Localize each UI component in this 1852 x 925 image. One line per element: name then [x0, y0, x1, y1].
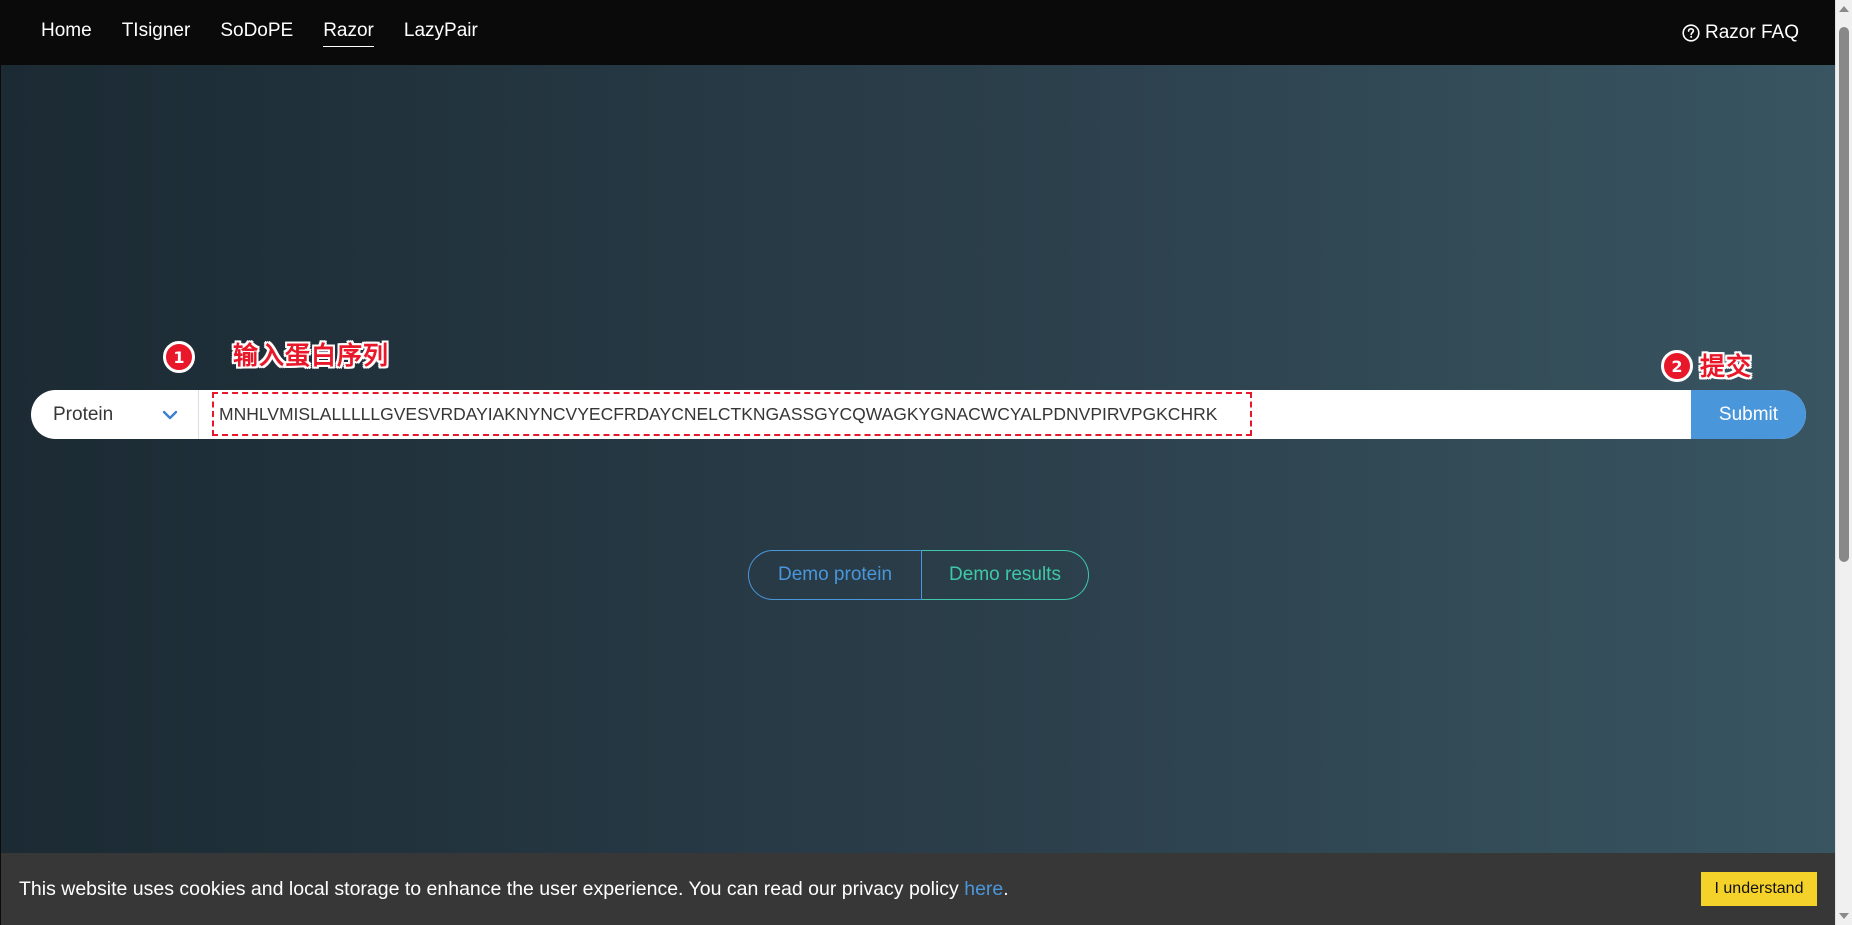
- razor-faq-link[interactable]: Razor FAQ: [1682, 1, 1799, 65]
- sequence-input[interactable]: [199, 390, 1691, 439]
- top-navbar: Home TIsigner SoDoPE Razor LazyPair Razo…: [1, 1, 1835, 65]
- nav-item-home[interactable]: Home: [41, 20, 92, 47]
- cookie-accept-button[interactable]: I understand: [1701, 872, 1817, 906]
- submit-button[interactable]: Submit: [1691, 390, 1806, 439]
- page-scrollbar[interactable]: [1835, 0, 1852, 925]
- sequence-type-select[interactable]: Protein: [31, 390, 199, 439]
- cookie-consent-bar: This website uses cookies and local stor…: [1, 853, 1835, 925]
- step1-annotation: 输入蛋白序列: [233, 341, 390, 370]
- privacy-policy-link[interactable]: here: [964, 878, 1003, 900]
- demo-button-group: Demo protein Demo results: [748, 550, 1089, 600]
- sequence-search-bar: Protein Submit: [31, 390, 1806, 439]
- sequence-input-wrap: [199, 390, 1691, 439]
- scroll-up-icon[interactable]: [1839, 6, 1849, 12]
- scroll-thumb[interactable]: [1839, 27, 1849, 562]
- step2-annotation: 提交: [1700, 352, 1753, 381]
- demo-results-button[interactable]: Demo results: [922, 550, 1089, 600]
- nav-item-sodope[interactable]: SoDoPE: [220, 20, 293, 47]
- scroll-down-icon[interactable]: [1839, 913, 1849, 919]
- nav-item-razor[interactable]: Razor: [323, 20, 374, 47]
- main-content: Protein Submit Demo protein Demo results: [1, 65, 1835, 853]
- step2-badge: 2: [1661, 350, 1693, 382]
- chevron-down-icon: [162, 410, 178, 419]
- razor-faq-label: Razor FAQ: [1705, 22, 1799, 43]
- nav-item-tisigner[interactable]: TIsigner: [122, 20, 191, 47]
- demo-protein-button[interactable]: Demo protein: [748, 550, 922, 600]
- sequence-type-value: Protein: [53, 403, 114, 425]
- cookie-text-before: This website uses cookies and local stor…: [19, 877, 965, 900]
- cookie-message: This website uses cookies and local stor…: [19, 878, 1009, 901]
- question-circle-icon: [1682, 24, 1700, 42]
- nav-links: Home TIsigner SoDoPE Razor LazyPair: [41, 20, 508, 47]
- cookie-text-after: .: [1003, 877, 1009, 900]
- nav-item-lazypair[interactable]: LazyPair: [404, 20, 478, 47]
- step1-badge: 1: [163, 341, 195, 373]
